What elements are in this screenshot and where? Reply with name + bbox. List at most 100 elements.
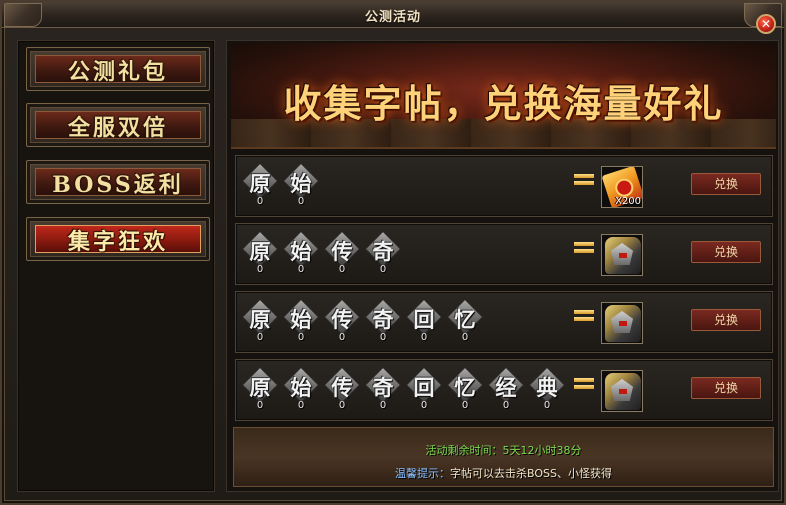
character-glyph: 经 [495,375,517,400]
exchange-row: 原 0 始 0 传 0 奇 0 回 0 忆 0 兑换 [235,291,773,353]
character-token: 始0 [282,162,320,210]
character-count: 0 [461,332,469,343]
character-token: 始0 [282,298,320,346]
sidebar: 公测礼包 全服双倍 BOSS返利 集字狂欢 [17,40,215,492]
character-count: 0 [379,264,387,275]
character-count: 0 [420,400,428,411]
remaining-time: 活动剩余时间：5天12小时38分 [425,444,582,457]
reward-slot[interactable] [601,370,643,412]
character-glyph: 始 [290,307,312,332]
exchange-button[interactable]: 兑换 [691,377,761,399]
armor-icon [605,305,641,342]
close-button[interactable]: ✕ [756,14,776,34]
character-token: 忆0 [446,298,484,346]
character-token: 奇0 [364,298,402,346]
exchange-row: 原 0 始 0 X200 兑换 [235,155,773,217]
sidebar-item-boss-rebate[interactable]: BOSS返利 [26,160,210,204]
character-token: 始0 [282,230,320,278]
character-count: 0 [420,332,428,343]
tip-text: 温馨提示：字帖可以去击杀BOSS、小怪获得 [234,465,773,481]
event-window: 公测活动 ✕ 公测礼包 全服双倍 BOSS返利 集字狂欢 收集字帖，兑换海量好礼… [0,0,786,505]
banner-title: 收集字帖，兑换海量好礼 [283,81,724,126]
character-token: 传0 [323,298,361,346]
character-count: 0 [256,196,264,207]
character-token: 传0 [323,230,361,278]
character-token: 奇0 [364,230,402,278]
character-glyph: 典 [536,375,558,400]
character-token: 始0 [282,366,320,414]
character-glyph: 原 [249,171,271,196]
close-icon: ✕ [760,17,772,31]
character-glyph: 传 [331,307,353,332]
character-glyph: 始 [290,239,312,264]
character-count: 0 [379,400,387,411]
character-glyph: 原 [249,375,271,400]
character-glyph: 奇 [372,375,394,400]
character-glyph: 忆 [454,307,476,332]
character-glyph: 奇 [372,307,394,332]
character-count: 0 [297,196,305,207]
character-glyph: 回 [413,307,435,332]
sidebar-item-label: 全服双倍 [67,115,168,141]
character-glyph: 始 [290,375,312,400]
sidebar-item-label: BOSS返利 [52,172,184,198]
character-glyph: 传 [331,375,353,400]
character-token: 传0 [323,366,361,414]
character-token: 回0 [405,298,443,346]
character-count: 0 [297,400,305,411]
character-glyph: 回 [413,375,435,400]
titlebar: 公测活动 [2,2,784,28]
character-count: 0 [338,400,346,411]
character-token: 典0 [528,366,566,414]
character-token: 原0 [241,298,279,346]
sidebar-item-label: 公测礼包 [67,59,168,85]
tip-value: 字帖可以去击杀BOSS、小怪获得 [450,467,612,480]
character-count: 0 [502,400,510,411]
character-count: 0 [379,332,387,343]
character-glyph: 原 [249,307,271,332]
character-token: 原0 [241,162,279,210]
character-count: 0 [297,264,305,275]
equals-icon [574,376,594,390]
character-token: 原0 [241,366,279,414]
tip-label: 温馨提示： [395,467,450,480]
character-count: 0 [256,332,264,343]
window-title: 公测活动 [364,10,421,25]
reward-slot[interactable] [601,234,643,276]
exchange-button[interactable]: 兑换 [691,173,761,195]
character-count: 0 [338,264,346,275]
character-count: 0 [338,332,346,343]
exchange-button[interactable]: 兑换 [691,241,761,263]
main-panel: 收集字帖，兑换海量好礼 原 0 始 0 X200 兑换原 0 始 0 传 0 奇 0 兑换原 0 始 0 传 0 奇 0… [226,40,779,492]
character-glyph: 原 [249,239,271,264]
character-glyph: 始 [290,171,312,196]
equals-icon [574,172,594,186]
character-count: 0 [461,400,469,411]
armor-icon [605,373,641,410]
exchange-row: 原 0 始 0 传 0 奇 0 回 0 忆 0 经 0 典 0 兑换 [235,359,773,421]
equals-icon [574,240,594,254]
character-glyph: 奇 [372,239,394,264]
reward-slot[interactable] [601,302,643,344]
character-glyph: 忆 [454,375,476,400]
character-token: 奇0 [364,366,402,414]
character-count: 0 [543,400,551,411]
sidebar-item-double-exp[interactable]: 全服双倍 [26,103,210,147]
character-count: 0 [256,264,264,275]
character-token: 回0 [405,366,443,414]
sidebar-item-launch-gift[interactable]: 公测礼包 [26,47,210,91]
reward-slot[interactable]: X200 [601,166,643,208]
character-glyph: 传 [331,239,353,264]
armor-icon [605,237,641,274]
info-footer: 活动剩余时间：5天12小时38分 温馨提示：字帖可以去击杀BOSS、小怪获得 [233,427,774,487]
sidebar-item-collect-words[interactable]: 集字狂欢 [26,217,210,261]
event-banner: 收集字帖，兑换海量好礼 [231,43,776,149]
character-count: 0 [297,332,305,343]
character-token: 原0 [241,230,279,278]
sidebar-item-label: 集字狂欢 [67,229,168,255]
character-token: 忆0 [446,366,484,414]
equals-icon [574,308,594,322]
character-count: 0 [256,400,264,411]
exchange-button[interactable]: 兑换 [691,309,761,331]
reward-quantity: X200 [615,196,641,207]
